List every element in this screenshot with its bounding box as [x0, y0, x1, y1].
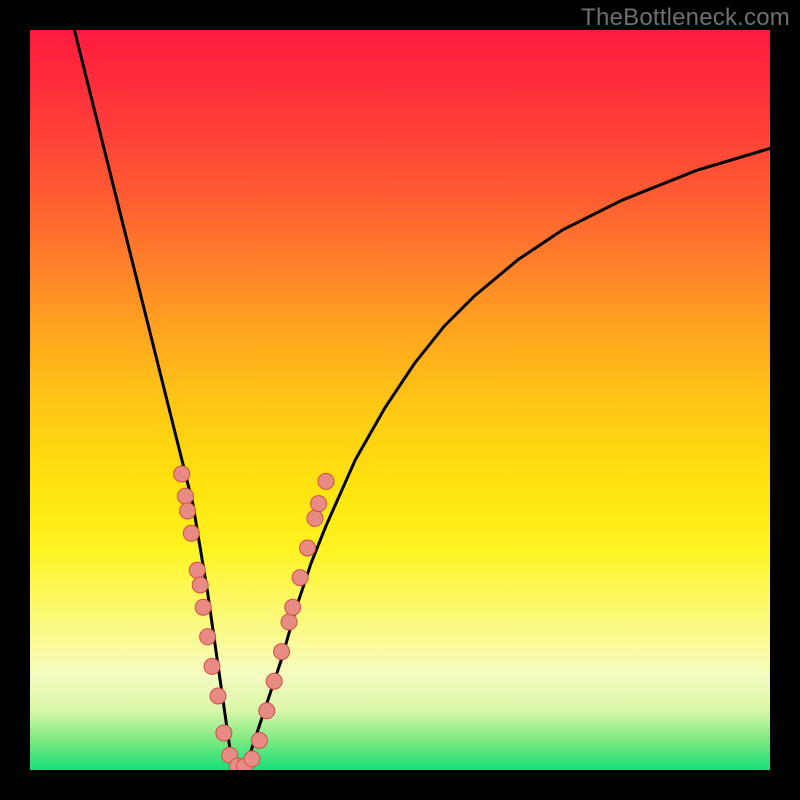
data-marker [204, 658, 220, 674]
bottleneck-curve [74, 30, 770, 770]
data-marker [210, 688, 226, 704]
data-marker [244, 751, 260, 767]
data-marker [192, 577, 208, 593]
data-marker [174, 466, 190, 482]
data-marker [266, 673, 282, 689]
data-marker [307, 510, 323, 526]
data-marker [177, 488, 193, 504]
data-marker [311, 496, 327, 512]
data-marker [259, 703, 275, 719]
data-marker [216, 725, 232, 741]
chart-overlay [30, 30, 770, 770]
data-marker [274, 644, 290, 660]
data-marker [281, 614, 297, 630]
data-markers [174, 466, 334, 770]
data-marker [183, 525, 199, 541]
data-marker [285, 599, 301, 615]
data-marker [189, 562, 205, 578]
data-marker [180, 503, 196, 519]
data-marker [251, 732, 267, 748]
data-marker [200, 629, 216, 645]
data-marker [195, 599, 211, 615]
data-marker [292, 570, 308, 586]
chart-frame: TheBottleneck.com [0, 0, 800, 800]
data-marker [300, 540, 316, 556]
plot-area [30, 30, 770, 770]
data-marker [318, 473, 334, 489]
watermark-text: TheBottleneck.com [581, 4, 790, 32]
